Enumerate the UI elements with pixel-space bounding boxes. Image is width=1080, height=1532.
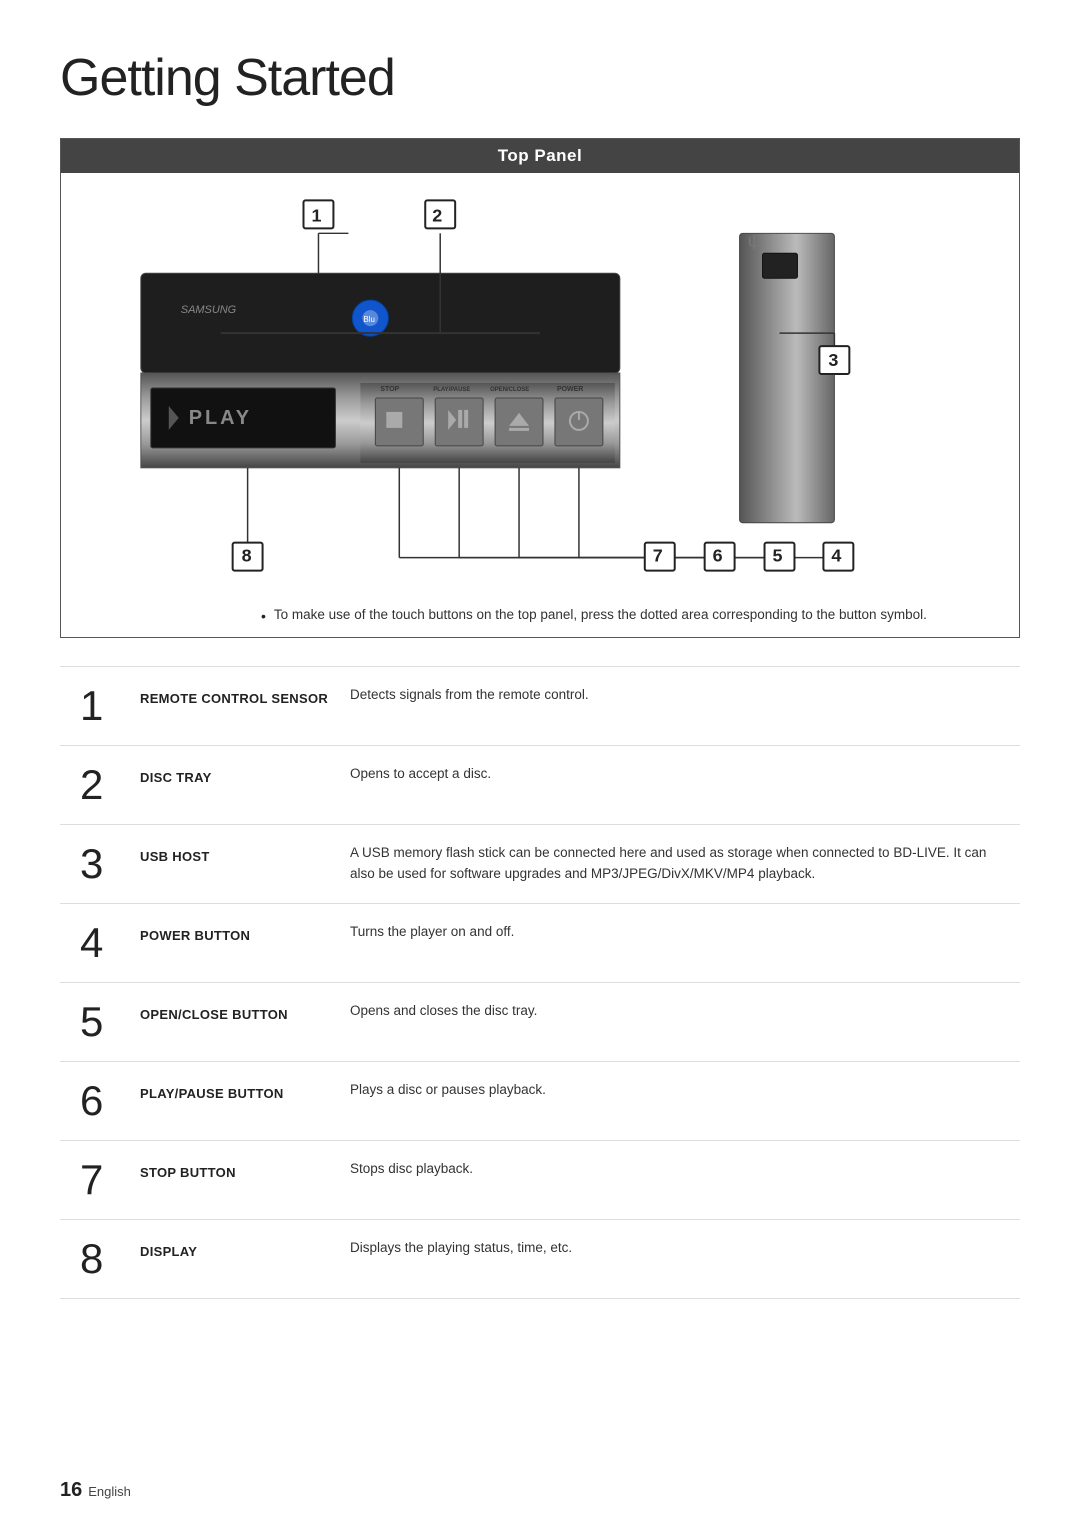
diagram-area: SAMSUNG Blu PLAY STOP (61, 173, 1019, 593)
svg-text:2: 2 (432, 205, 442, 225)
feature-desc-1: Detects signals from the remote control. (340, 667, 1020, 746)
feature-label-1: REMOTE CONTROL SENSOR (140, 667, 340, 746)
feature-desc-5: Opens and closes the disc tray. (340, 983, 1020, 1062)
feature-desc-3: A USB memory flash stick can be connecte… (340, 825, 1020, 904)
svg-text:OPEN/CLOSE: OPEN/CLOSE (490, 387, 529, 393)
feature-row-3: 3 USB HOST A USB memory flash stick can … (60, 825, 1020, 904)
feature-number-1: 1 (60, 667, 140, 746)
feature-label-4: POWER BUTTON (140, 904, 340, 983)
device-diagram: SAMSUNG Blu PLAY STOP (61, 178, 1019, 588)
page-title: Getting Started (60, 48, 1020, 108)
svg-text:ψ: ψ (748, 230, 761, 250)
feature-desc-2: Opens to accept a disc. (340, 746, 1020, 825)
svg-text:STOP: STOP (380, 386, 399, 393)
feature-row-7: 7 STOP BUTTON Stops disc playback. (60, 1141, 1020, 1220)
feature-number-5: 5 (60, 983, 140, 1062)
top-panel-header: Top Panel (61, 139, 1019, 173)
feature-row-1: 1 REMOTE CONTROL SENSOR Detects signals … (60, 667, 1020, 746)
feature-label-5: OPEN/CLOSE BUTTON (140, 983, 340, 1062)
feature-number-7: 7 (60, 1141, 140, 1220)
page-footer: 16 English (60, 1479, 131, 1502)
feature-row-4: 4 POWER BUTTON Turns the player on and o… (60, 904, 1020, 983)
feature-desc-4: Turns the player on and off. (340, 904, 1020, 983)
page-number: 16 (60, 1479, 82, 1502)
feature-row-2: 2 DISC TRAY Opens to accept a disc. (60, 746, 1020, 825)
svg-text:7: 7 (653, 546, 663, 566)
feature-desc-7: Stops disc playback. (340, 1141, 1020, 1220)
svg-text:POWER: POWER (557, 386, 583, 393)
feature-row-5: 5 OPEN/CLOSE BUTTON Opens and closes the… (60, 983, 1020, 1062)
note-text: To make use of the touch buttons on the … (274, 605, 927, 625)
svg-text:Blu: Blu (363, 315, 375, 324)
feature-label-2: DISC TRAY (140, 746, 340, 825)
svg-text:PLAY: PLAY (189, 407, 252, 429)
feature-row-6: 6 PLAY/PAUSE BUTTON Plays a disc or paus… (60, 1062, 1020, 1141)
feature-number-2: 2 (60, 746, 140, 825)
top-panel-section: Top Panel (60, 138, 1020, 638)
feature-number-4: 4 (60, 904, 140, 983)
features-table: 1 REMOTE CONTROL SENSOR Detects signals … (60, 666, 1020, 1299)
svg-text:1: 1 (311, 205, 321, 225)
note-area: • To make use of the touch buttons on th… (61, 593, 1019, 637)
feature-number-6: 6 (60, 1062, 140, 1141)
svg-text:4: 4 (831, 546, 841, 566)
feature-label-7: STOP BUTTON (140, 1141, 340, 1220)
svg-text:SAMSUNG: SAMSUNG (181, 304, 237, 316)
feature-label-8: DISPLAY (140, 1220, 340, 1299)
svg-text:8: 8 (242, 546, 252, 566)
feature-number-3: 3 (60, 825, 140, 904)
svg-text:3: 3 (828, 350, 838, 370)
svg-text:PLAY/PAUSE: PLAY/PAUSE (433, 387, 470, 393)
page-language: English (88, 1484, 131, 1499)
feature-label-6: PLAY/PAUSE BUTTON (140, 1062, 340, 1141)
feature-desc-8: Displays the playing status, time, etc. (340, 1220, 1020, 1299)
feature-row-8: 8 DISPLAY Displays the playing status, t… (60, 1220, 1020, 1299)
feature-desc-6: Plays a disc or pauses playback. (340, 1062, 1020, 1141)
feature-label-3: USB HOST (140, 825, 340, 904)
svg-text:6: 6 (713, 546, 723, 566)
svg-text:5: 5 (773, 546, 783, 566)
bullet-icon: • (261, 608, 266, 624)
feature-number-8: 8 (60, 1220, 140, 1299)
